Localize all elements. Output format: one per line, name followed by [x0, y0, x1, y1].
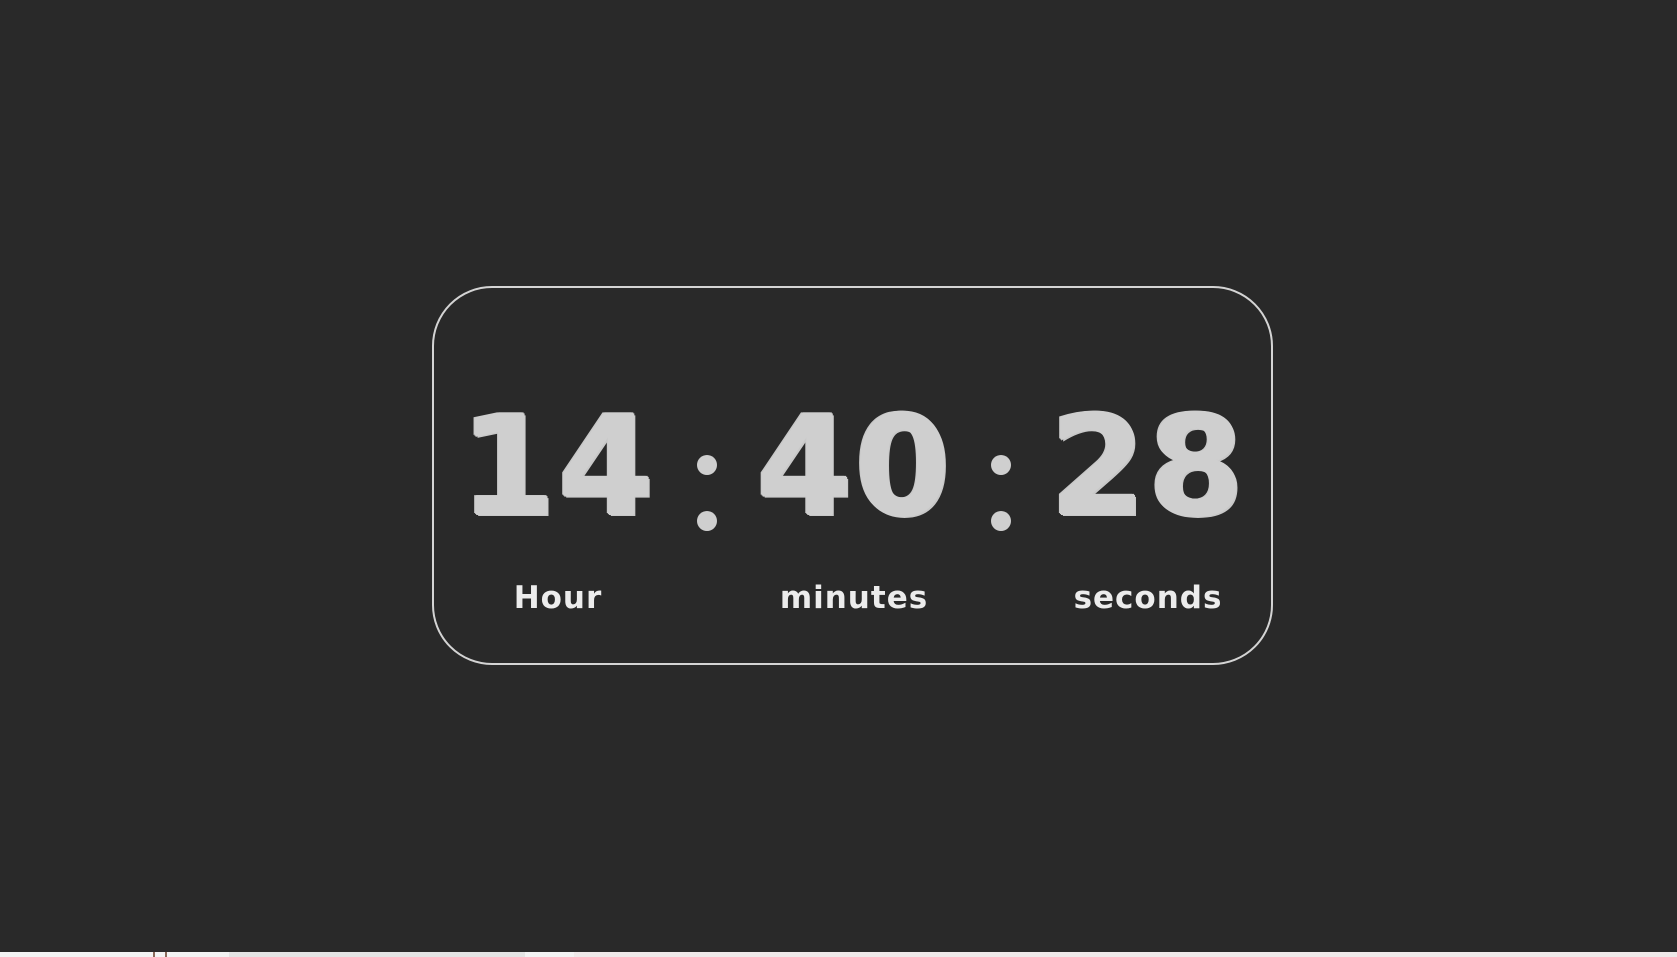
minutes-value: 40	[756, 386, 953, 547]
colon-dot-top	[697, 455, 717, 475]
colon-dot-bottom	[697, 511, 717, 531]
hours-value: 14	[459, 386, 657, 547]
clock-page: 14 40 28 Hour minutes seconds	[0, 0, 1677, 957]
colon-separator	[991, 455, 1011, 531]
colon-dot-bottom	[991, 511, 1011, 531]
minutes-label: minutes	[779, 580, 929, 616]
seconds-label: seconds	[1073, 580, 1223, 616]
colon-separator	[697, 455, 717, 531]
colon-dot-top	[991, 455, 1011, 475]
bottom-edge-strip	[0, 952, 1677, 957]
edge-segment	[229, 952, 525, 957]
hours-label: Hour	[513, 580, 603, 616]
edge-mark	[153, 952, 167, 957]
edge-segment	[574, 952, 1677, 957]
seconds-value: 28	[1049, 386, 1247, 547]
